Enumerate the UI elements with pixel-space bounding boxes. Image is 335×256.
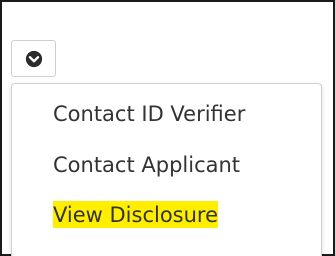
menu-item-label: Contact ID Verifier	[53, 102, 246, 126]
menu-item-view-disclosure[interactable]: View Disclosure	[53, 201, 219, 229]
menu-item-label: View Disclosure	[53, 201, 219, 228]
menu-item-label: Contact Applicant	[53, 153, 241, 177]
menu-item-contact-id-verifier[interactable]: Contact ID Verifier	[53, 100, 245, 128]
actions-dropdown-toggle-button[interactable]	[11, 40, 56, 77]
chevron-down-circle-icon	[25, 50, 42, 67]
menu-item-contact-applicant[interactable]: Contact Applicant	[53, 151, 240, 179]
actions-dropdown-menu: Contact ID Verifier Contact Applicant Vi…	[11, 83, 322, 256]
